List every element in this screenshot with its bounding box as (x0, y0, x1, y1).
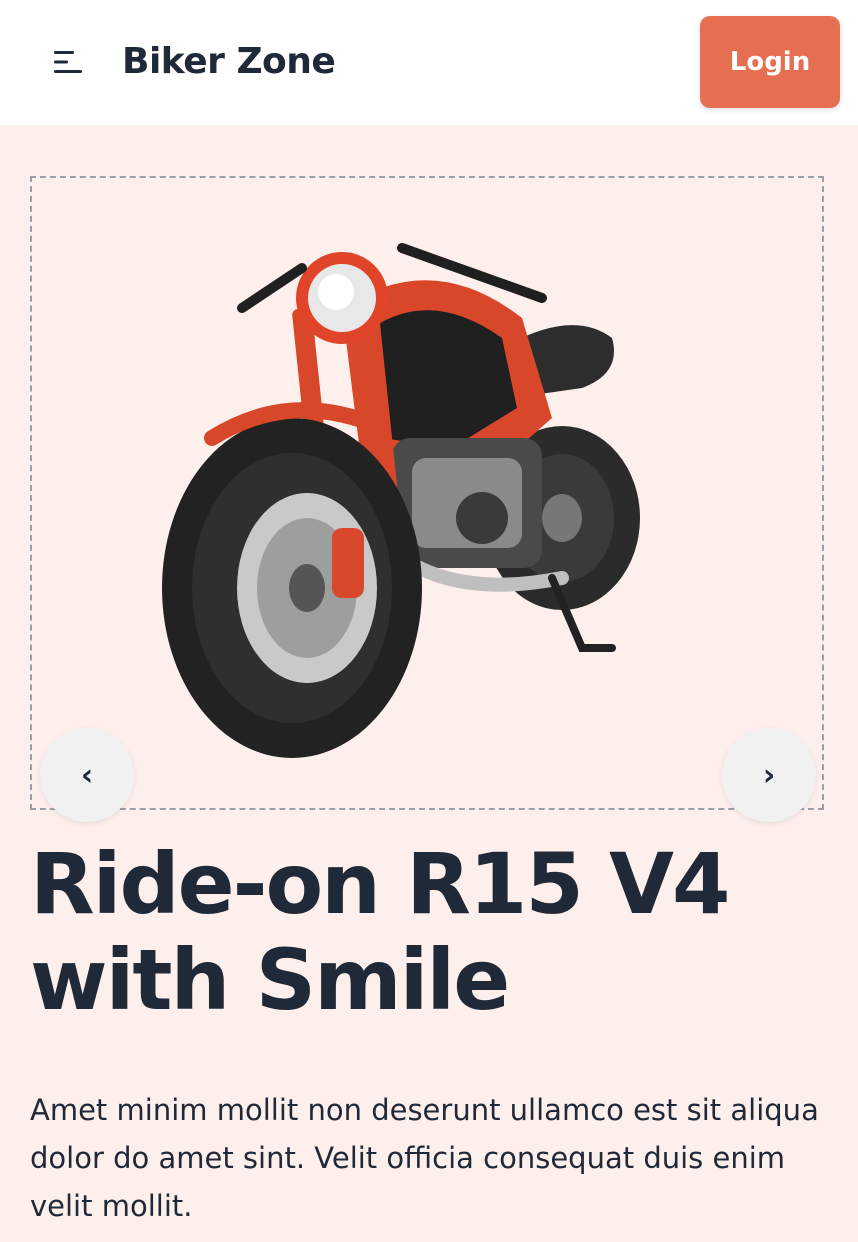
hamburger-menu-icon[interactable] (46, 42, 90, 82)
carousel-prev-button[interactable]: ‹ (40, 728, 134, 822)
top-navbar: Biker Zone Login (0, 0, 858, 125)
brand-logo-text[interactable]: Biker Zone (122, 38, 336, 86)
carousel-next-button[interactable]: › (722, 728, 816, 822)
hero-description: Amet minim mollit non deserunt ullamco e… (30, 1093, 819, 1223)
hero-headline: Ride-on R15 V4 with Smile (30, 835, 730, 1029)
motorcycle-image (162, 243, 640, 758)
login-button[interactable]: Login (700, 16, 840, 108)
hero-carousel (30, 176, 824, 810)
